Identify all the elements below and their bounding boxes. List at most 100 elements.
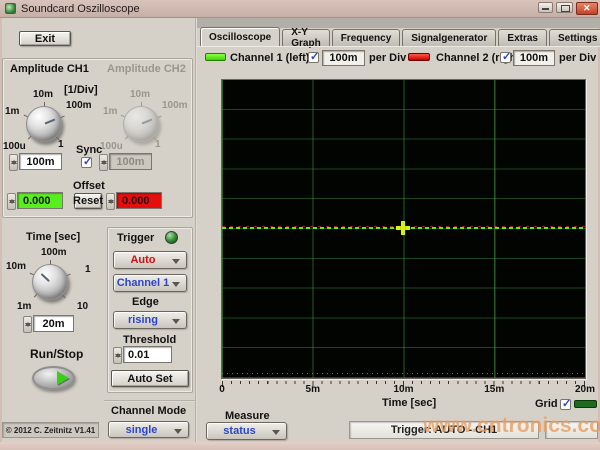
offset-ch1-value[interactable]: 0.000 — [17, 192, 63, 209]
edge-label: Edge — [132, 296, 159, 308]
channel2-scale-value[interactable]: 100m — [513, 50, 555, 66]
tab-oscilloscope[interactable]: Oscilloscope — [200, 27, 280, 46]
trigger-mode-value: Auto — [130, 254, 169, 266]
app-icon — [5, 3, 16, 14]
measure-dropdown[interactable]: status — [206, 422, 287, 440]
offset-ch2-spinner[interactable] — [106, 193, 115, 210]
dial-label: 10m — [33, 89, 53, 100]
scope-screen-frame — [221, 79, 586, 379]
threshold-value[interactable]: 0.01 — [123, 346, 172, 363]
time-spinner[interactable] — [23, 316, 32, 333]
amplitude-ch2-title: Amplitude CH2 — [107, 63, 186, 75]
minimize-button[interactable] — [538, 2, 553, 13]
grid-label: Grid — [535, 398, 558, 410]
dial-label: 100u — [100, 141, 123, 152]
trigger-edge-value: rising — [128, 314, 172, 326]
offset-ch2-value[interactable]: 0.000 — [116, 192, 162, 209]
trigger-led — [165, 231, 178, 244]
trigger-source-value: Channel 1 — [117, 277, 184, 289]
dial-label: 1m — [5, 106, 19, 117]
x-tick-label: 0 — [219, 384, 225, 395]
channel1-checkbox[interactable] — [308, 52, 319, 63]
exit-button[interactable]: Exit — [19, 31, 71, 46]
dial-label: 100m — [162, 100, 188, 111]
watermark-text: www.cntronics.com — [423, 414, 600, 438]
auto-set-button[interactable]: Auto Set — [111, 370, 189, 387]
dial-label: 10m — [6, 261, 26, 272]
trigger-edge-dropdown[interactable]: rising — [113, 311, 187, 329]
channel1-scale-value[interactable]: 100m — [322, 50, 365, 66]
tab-signalgenerator[interactable]: Signalgenerator — [402, 29, 496, 46]
threshold-spinner[interactable] — [113, 347, 122, 364]
channel2-color-swatch — [408, 53, 430, 61]
offset-ch1-spinner[interactable] — [7, 193, 16, 210]
tab-page-edge — [197, 46, 600, 47]
window-title: Soundcard Oszilloscope — [21, 3, 140, 15]
play-icon — [57, 371, 69, 385]
dial-label: 100m — [41, 247, 67, 258]
run-stop-button[interactable] — [32, 366, 75, 390]
panel-divider — [195, 18, 197, 442]
channel1-per-div-label: per Div — [369, 52, 406, 64]
tab-settings[interactable]: Settings — [549, 29, 600, 46]
dial-label: 1 — [58, 139, 64, 150]
scope-plot-area[interactable] — [222, 80, 585, 378]
channel2-per-div-label: per Div — [559, 52, 596, 64]
dial-label: 1 — [85, 264, 91, 275]
title-bar: Soundcard Oszilloscope — [0, 0, 600, 18]
channel-mode-value: single — [126, 424, 172, 436]
app-window: Soundcard Oszilloscope Exit Amplitude CH… — [0, 0, 600, 450]
amplitude-ch2-value[interactable]: 100m — [109, 153, 152, 170]
tab-extras[interactable]: Extras — [498, 29, 547, 46]
amplitude-ch2-spinner[interactable] — [99, 154, 108, 171]
per-div-unit-label: [1/Div] — [64, 84, 98, 96]
tab-xy-graph[interactable]: X-Y Graph — [282, 29, 329, 46]
x-axis-title: Time [sec] — [382, 397, 436, 409]
channel-mode-dropdown[interactable]: single — [108, 421, 189, 438]
dial-label: 10m — [130, 89, 150, 100]
cursor-crosshair-icon[interactable] — [395, 220, 411, 236]
dial-label: 1 — [155, 139, 161, 150]
dial-label: 100u — [3, 141, 26, 152]
run-stop-label: Run/Stop — [30, 347, 83, 361]
amplitude-ch1-title: Amplitude CH1 — [10, 63, 89, 75]
close-button[interactable] — [576, 2, 598, 15]
amplitude-ch2-knob[interactable] — [123, 106, 159, 142]
x-tick-label: 10m — [393, 384, 413, 395]
dial-label: 1m — [17, 301, 31, 312]
maximize-button[interactable] — [556, 2, 573, 13]
time-value[interactable]: 20m — [33, 315, 74, 332]
measure-value: status — [223, 425, 269, 437]
x-tick-label: 20m — [575, 384, 595, 395]
grid-color-swatch[interactable] — [574, 400, 597, 408]
measure-label: Measure — [225, 410, 270, 422]
x-axis-labels: 0 5m 10m 15m 20m — [222, 384, 585, 396]
minor-tick-row — [222, 373, 585, 374]
amplitude-ch1-value[interactable]: 100m — [19, 153, 62, 170]
offset-reset-button[interactable]: Reset — [74, 193, 102, 209]
trigger-source-dropdown[interactable]: Channel 1 — [113, 274, 187, 292]
channel2-checkbox[interactable] — [500, 52, 511, 63]
trigger-title: Trigger — [117, 232, 154, 244]
grid-checkbox[interactable] — [560, 399, 571, 410]
time-knob[interactable] — [32, 264, 68, 300]
tab-bar: Oscilloscope X-Y Graph Frequency Signalg… — [200, 27, 600, 46]
amplitude-ch1-spinner[interactable] — [9, 154, 18, 171]
x-tick-label: 5m — [306, 384, 320, 395]
dial-label: 1m — [103, 106, 117, 117]
trigger-mode-dropdown[interactable]: Auto — [113, 251, 187, 269]
amplitude-ch1-knob[interactable] — [26, 106, 62, 142]
threshold-label: Threshold — [123, 334, 176, 346]
channel1-color-swatch — [205, 53, 226, 61]
time-title: Time [sec] — [26, 231, 80, 243]
tab-frequency[interactable]: Frequency — [332, 29, 401, 46]
channel1-label: Channel 1 (left) — [230, 52, 309, 64]
offset-label: Offset — [73, 180, 105, 192]
dial-label: 10 — [77, 301, 88, 312]
channel-mode-label: Channel Mode — [111, 405, 186, 417]
channel-mode-divider — [104, 400, 195, 402]
copyright-text: © 2012 C. Zeitnitz V1.41 — [2, 422, 99, 438]
sync-checkbox[interactable] — [81, 157, 92, 168]
x-tick-label: 15m — [484, 384, 504, 395]
window-border-bottom — [0, 442, 600, 450]
